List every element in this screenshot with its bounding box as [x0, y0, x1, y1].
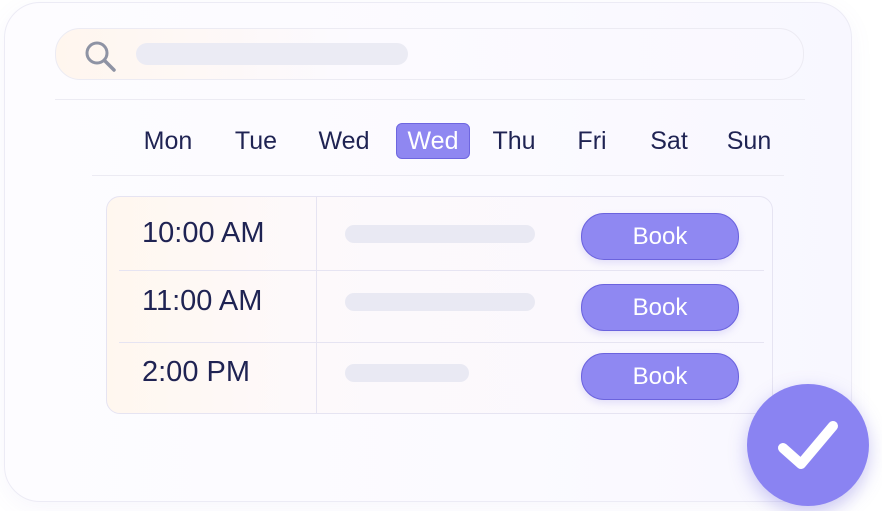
divider	[92, 175, 784, 176]
slot-placeholder-bar	[345, 293, 535, 311]
checkmark-icon	[778, 421, 838, 469]
slot-placeholder-bar	[345, 225, 535, 243]
table-row: 11:00 AM Book	[107, 270, 772, 342]
slot-time: 11:00 AM	[142, 285, 263, 317]
table-row: 10:00 AM Book	[107, 197, 772, 269]
search-icon[interactable]	[82, 38, 118, 74]
search-box[interactable]	[55, 28, 804, 80]
divider	[55, 99, 805, 100]
slot-time: 2:00 PM	[142, 356, 250, 388]
slot-placeholder-bar	[345, 364, 469, 382]
day-sat[interactable]: Sat	[631, 120, 707, 162]
book-button[interactable]: Book	[581, 353, 739, 400]
day-wed[interactable]: Wed	[306, 120, 382, 162]
day-wed-selected[interactable]: Wed	[396, 123, 470, 159]
book-button[interactable]: Book	[581, 213, 739, 260]
day-tue[interactable]: Tue	[218, 120, 294, 162]
day-thu[interactable]: Thu	[476, 120, 552, 162]
day-mon[interactable]: Mon	[130, 120, 206, 162]
search-placeholder-bar[interactable]	[136, 43, 408, 65]
slot-time: 10:00 AM	[142, 217, 265, 249]
day-selector: Mon Tue Wed Wed Thu Fri Sat Sun	[120, 120, 800, 162]
time-slot-table: 10:00 AM Book 11:00 AM Book 2:00 PM Book	[106, 196, 773, 414]
book-button[interactable]: Book	[581, 284, 739, 331]
day-fri[interactable]: Fri	[554, 120, 630, 162]
confirm-button[interactable]	[747, 384, 869, 506]
table-row: 2:00 PM Book	[107, 342, 772, 413]
day-sun[interactable]: Sun	[711, 120, 787, 162]
